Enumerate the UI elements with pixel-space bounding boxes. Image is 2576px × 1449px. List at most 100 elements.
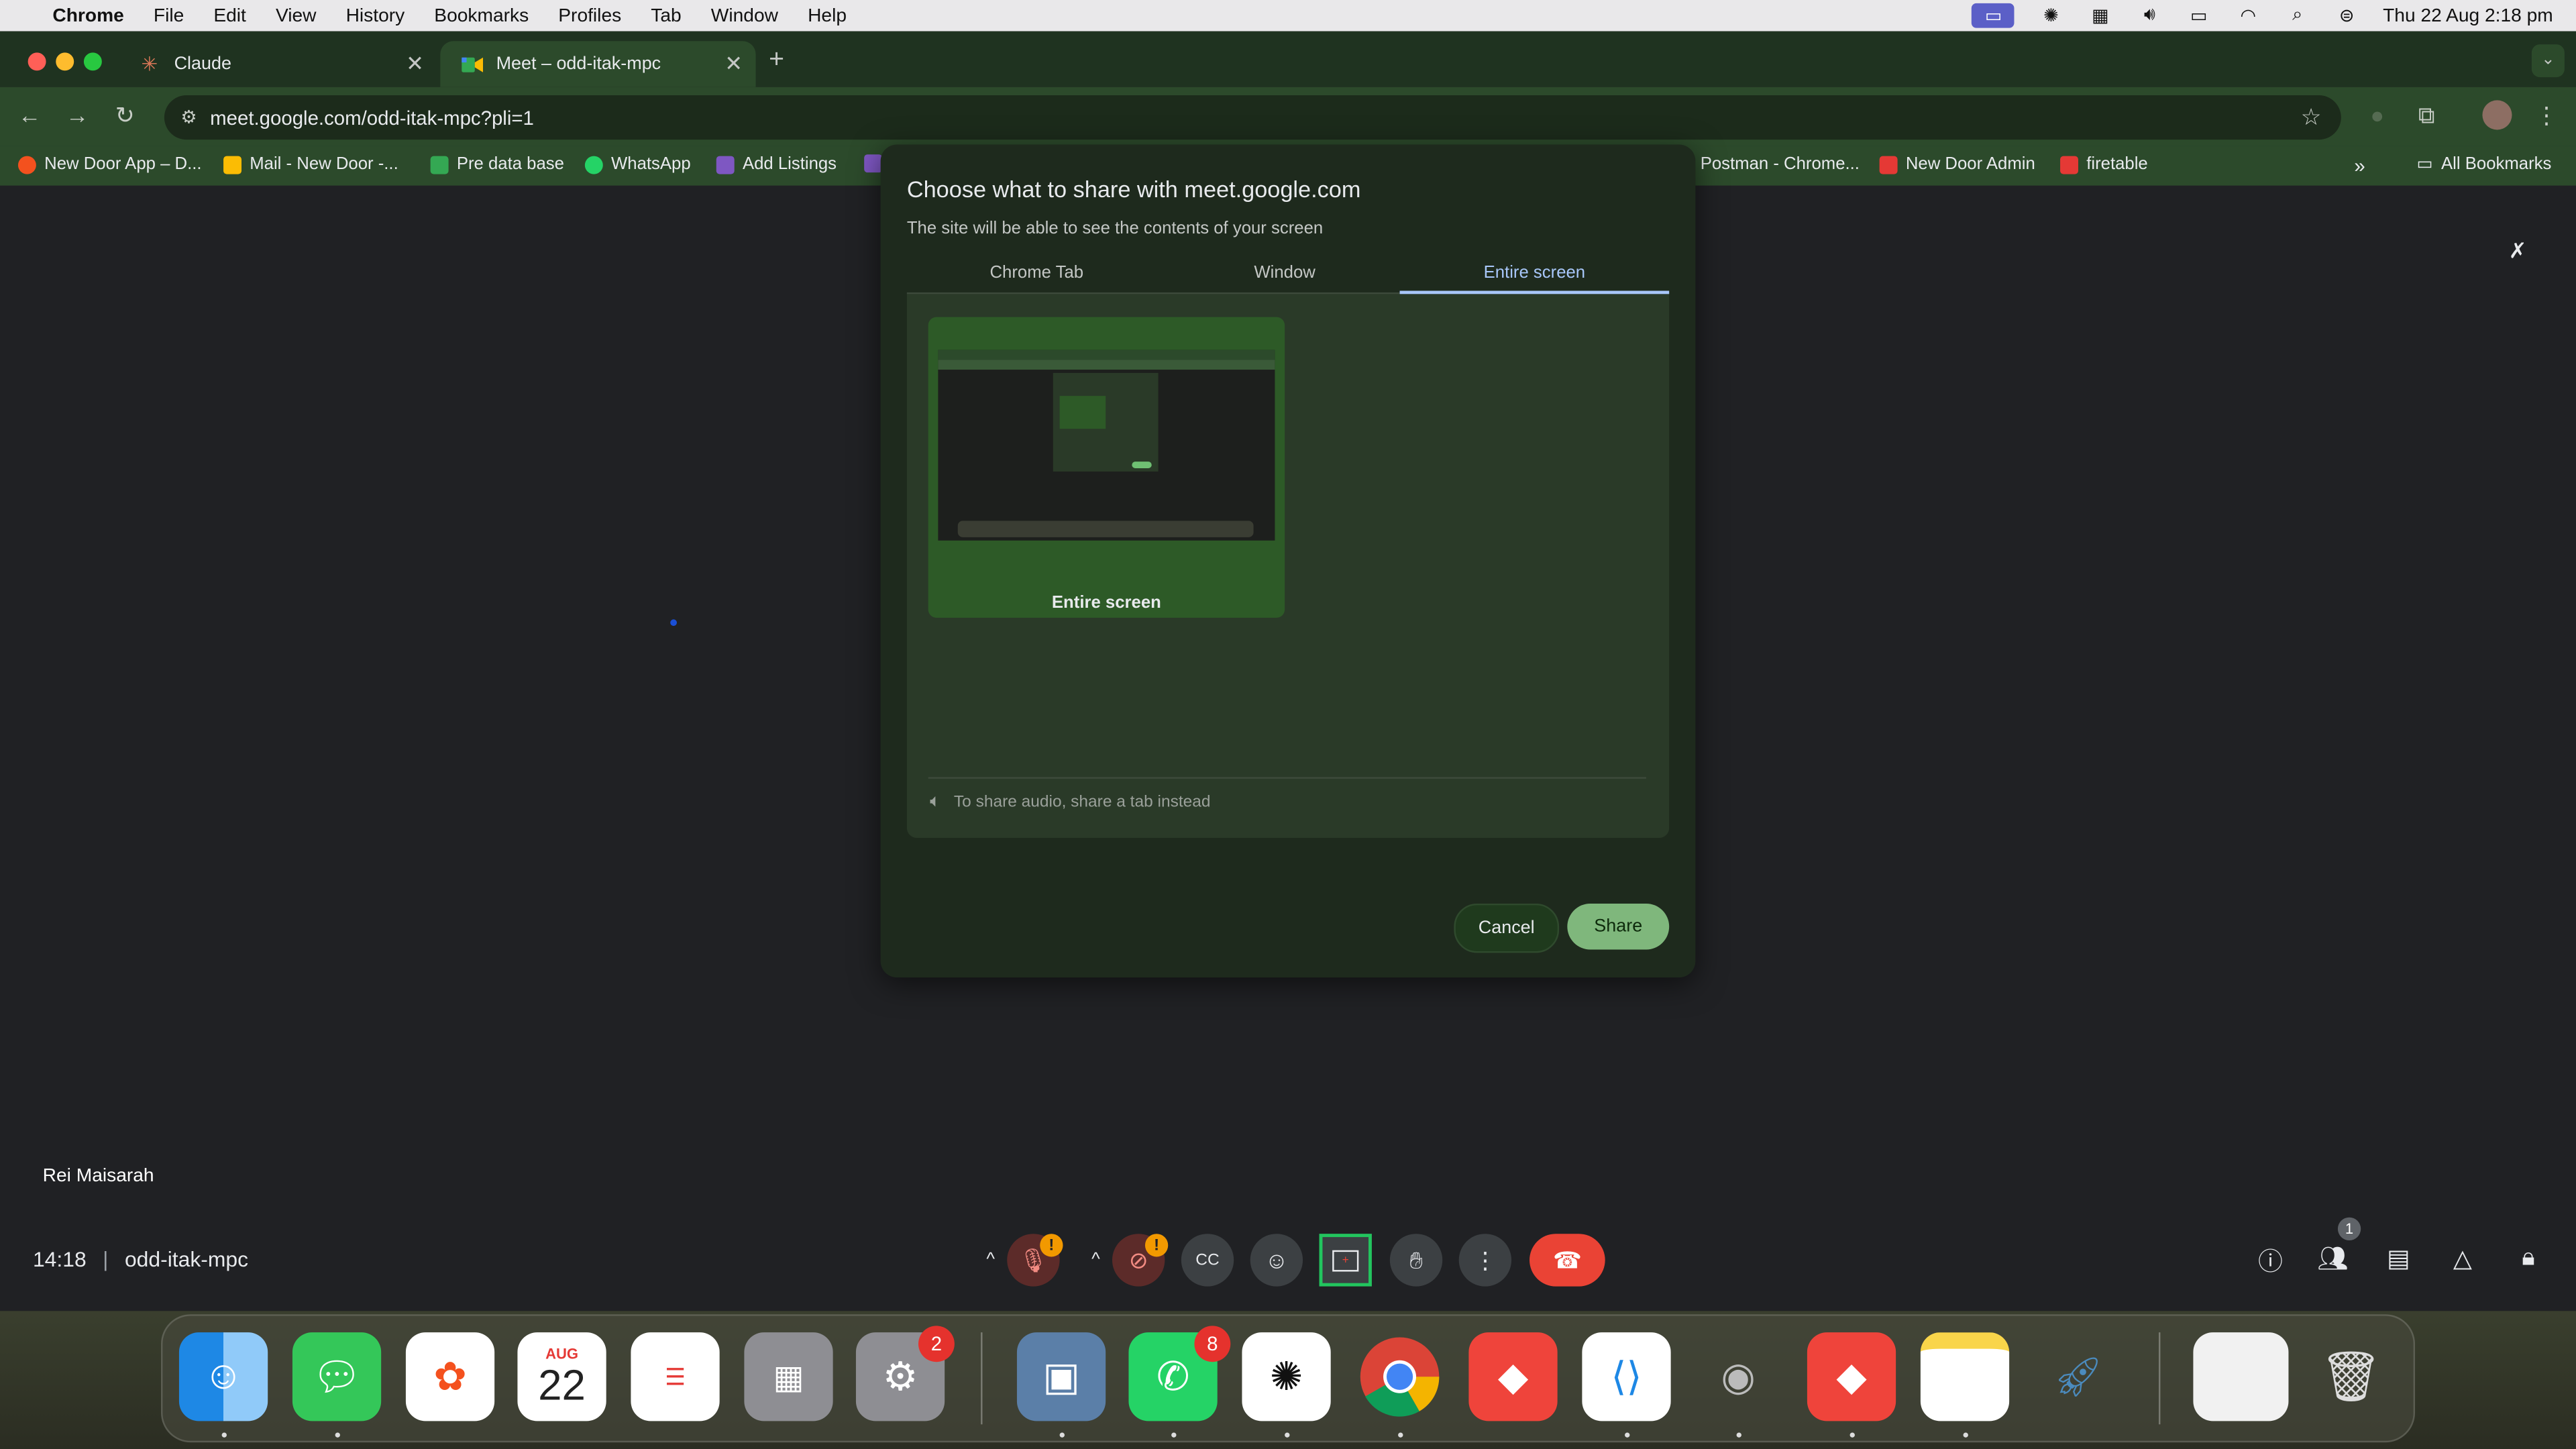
reminders-icon[interactable]: ☰ [631, 1332, 720, 1421]
extension-icon[interactable]: ● [2363, 102, 2392, 128]
meeting-details-icon[interactable]: ⓘ [2253, 1244, 2289, 1277]
menu-view[interactable]: View [276, 6, 317, 25]
volume-icon[interactable]: 🔊︎ [2137, 5, 2163, 25]
minimize-window-button[interactable] [56, 52, 74, 71]
menu-clock[interactable]: Thu 22 Aug 2:18 pm [2383, 6, 2553, 25]
bookmark-whatsapp[interactable]: WhatsApp [584, 154, 691, 174]
emoji-reactions-button[interactable]: ☺ [1250, 1234, 1303, 1287]
tab-chrome-tab[interactable]: Chrome Tab [907, 263, 1167, 294]
forms-icon [864, 154, 883, 173]
raise-hand-button[interactable]: ✋︎ [1389, 1234, 1443, 1287]
photos-icon[interactable]: ✿ [405, 1332, 495, 1421]
close-icon[interactable]: ✕ [724, 51, 743, 77]
bookmark-icon [17, 155, 36, 174]
all-bookmarks[interactable]: ▭ All Bookmarks [2416, 154, 2551, 174]
notes-icon[interactable] [1920, 1332, 2010, 1421]
messages-icon[interactable]: 💬︎ [292, 1332, 382, 1421]
bookmark-firetable[interactable]: firetable [2060, 154, 2148, 174]
menu-window[interactable]: Window [711, 6, 778, 25]
meet-icon [460, 52, 483, 75]
profile-avatar[interactable] [2482, 100, 2512, 130]
trash-icon[interactable]: 🗑︎ [2306, 1332, 2395, 1421]
calendar-day: 22 [538, 1360, 586, 1410]
chrome-icon[interactable] [1355, 1332, 1444, 1421]
menu-file[interactable]: File [154, 6, 184, 25]
back-icon[interactable]: ← [15, 102, 44, 128]
menu-profiles[interactable]: Profiles [558, 6, 621, 25]
entire-screen-option[interactable]: Entire screen [928, 317, 1285, 618]
menu-history[interactable]: History [346, 6, 405, 25]
cancel-button[interactable]: Cancel [1454, 903, 1560, 953]
bookmark-postman[interactable]: Postman - Chrome... [1701, 154, 1860, 174]
control-center-icon[interactable]: ⊜ [2334, 6, 2360, 26]
finder-icon[interactable]: ☺ [178, 1332, 268, 1421]
people-icon[interactable]: 👥︎ [2315, 1244, 2351, 1277]
maximize-window-button[interactable] [83, 52, 102, 71]
vscode-icon[interactable]: ⟨⟩ [1582, 1332, 1671, 1421]
chatgpt-icon[interactable]: ✺ [1242, 1332, 1331, 1421]
reload-icon[interactable]: ↻ [110, 102, 140, 130]
bookmark-new-door-admin[interactable]: New Door Admin [1879, 154, 2035, 174]
forward-icon[interactable]: → [62, 102, 92, 128]
share-button[interactable]: Share [1567, 903, 1670, 950]
url-text[interactable]: meet.google.com/odd-itak-mpc?pli=1 [210, 106, 534, 129]
menu-app-name[interactable]: Chrome [52, 6, 123, 25]
dialog-title: Choose what to share with meet.google.co… [906, 176, 1361, 203]
present-screen-button[interactable]: + [1319, 1234, 1372, 1287]
tab-meet[interactable]: Meet – odd-itak-mpc ✕ [440, 41, 756, 87]
audio-divider [928, 777, 1646, 779]
menu-edit[interactable]: Edit [213, 6, 246, 25]
anydesk-icon[interactable]: ◆ [1468, 1332, 1558, 1421]
chatgpt-menu-icon[interactable]: ✺ [2038, 6, 2064, 26]
preview-icon[interactable]: ▣ [1016, 1332, 1106, 1421]
wifi-icon[interactable]: ◠ [2235, 6, 2261, 26]
bookmark-pre-data-base[interactable]: Pre data base [430, 154, 564, 174]
more-options-button[interactable]: ⋮ [1458, 1234, 1512, 1287]
menu-bookmarks[interactable]: Bookmarks [434, 6, 529, 25]
camera-options-chevron-icon[interactable]: ^ [1081, 1234, 1110, 1286]
captions-button[interactable]: CC [1181, 1234, 1234, 1287]
site-settings-icon[interactable]: ⚙ [180, 107, 197, 128]
chat-icon[interactable]: ▤ [2381, 1244, 2417, 1277]
python-launcher-icon[interactable]: 🚀︎ [2034, 1332, 2123, 1421]
mic-options-chevron-icon[interactable]: ^ [976, 1234, 1006, 1286]
activities-icon[interactable]: △ [2445, 1244, 2481, 1277]
battery-icon[interactable]: ▭ [2186, 6, 2212, 26]
tab-claude[interactable]: ✳ Claude ✕ [118, 41, 437, 87]
bookmark-star-icon[interactable]: ☆ [2301, 103, 2322, 131]
menu-tab[interactable]: Tab [651, 6, 681, 25]
people-count-badge: 1 [2337, 1217, 2361, 1240]
bookmark-new-door-app[interactable]: New Door App – D... [17, 154, 202, 174]
speaker-icon: 🔈︎ [930, 792, 941, 812]
new-tab-icon[interactable]: + [769, 46, 784, 76]
running-indicator [1963, 1432, 1968, 1438]
extensions-puzzle-icon[interactable]: ⧉ [2412, 102, 2441, 130]
anydesk-icon-2[interactable]: ◆ [1807, 1332, 1896, 1421]
macos-menu-bar: Chrome File Edit View History Bookmarks … [0, 0, 2576, 32]
spotlight-search-icon[interactable]: ⌕ [2284, 5, 2310, 25]
bookmarks-overflow-icon[interactable]: » [2354, 154, 2365, 177]
running-indicator [1625, 1432, 1630, 1438]
meeting-code[interactable]: odd-itak-mpc [125, 1247, 248, 1272]
claude-icon: ✳ [141, 52, 158, 76]
grid-menu-icon[interactable]: ▦ [2087, 6, 2113, 26]
screen-share-status-icon[interactable]: ▭ [1972, 3, 2015, 28]
calendar-icon[interactable]: AUG 22 [517, 1332, 606, 1421]
close-window-button[interactable] [28, 52, 46, 71]
tab-entire-screen[interactable]: Entire screen [1400, 263, 1670, 294]
chrome-menu-icon[interactable]: ⋮ [2532, 102, 2561, 130]
separator: | [103, 1246, 109, 1272]
menu-help[interactable]: Help [808, 6, 847, 25]
recent-document-icon[interactable] [2193, 1332, 2289, 1421]
host-controls-icon[interactable]: 🔒︎ [2510, 1244, 2546, 1277]
running-indicator [335, 1432, 340, 1438]
bookmark-mail[interactable]: Mail - New Door -... [223, 154, 398, 174]
launchpad-icon[interactable]: ▦ [744, 1332, 833, 1421]
gimp-icon[interactable]: ◉ [1694, 1332, 1782, 1421]
close-icon[interactable]: ✕ [406, 51, 424, 77]
tab-search-icon[interactable]: ⌄ [2531, 44, 2565, 78]
bookmark-add-listings[interactable]: Add Listings [716, 154, 837, 174]
tab-window[interactable]: Window [1157, 263, 1413, 294]
address-bar[interactable]: ⚙ meet.google.com/odd-itak-mpc?pli=1 ☆ [164, 95, 2341, 140]
leave-call-button[interactable]: ☎︎ [1529, 1234, 1605, 1287]
